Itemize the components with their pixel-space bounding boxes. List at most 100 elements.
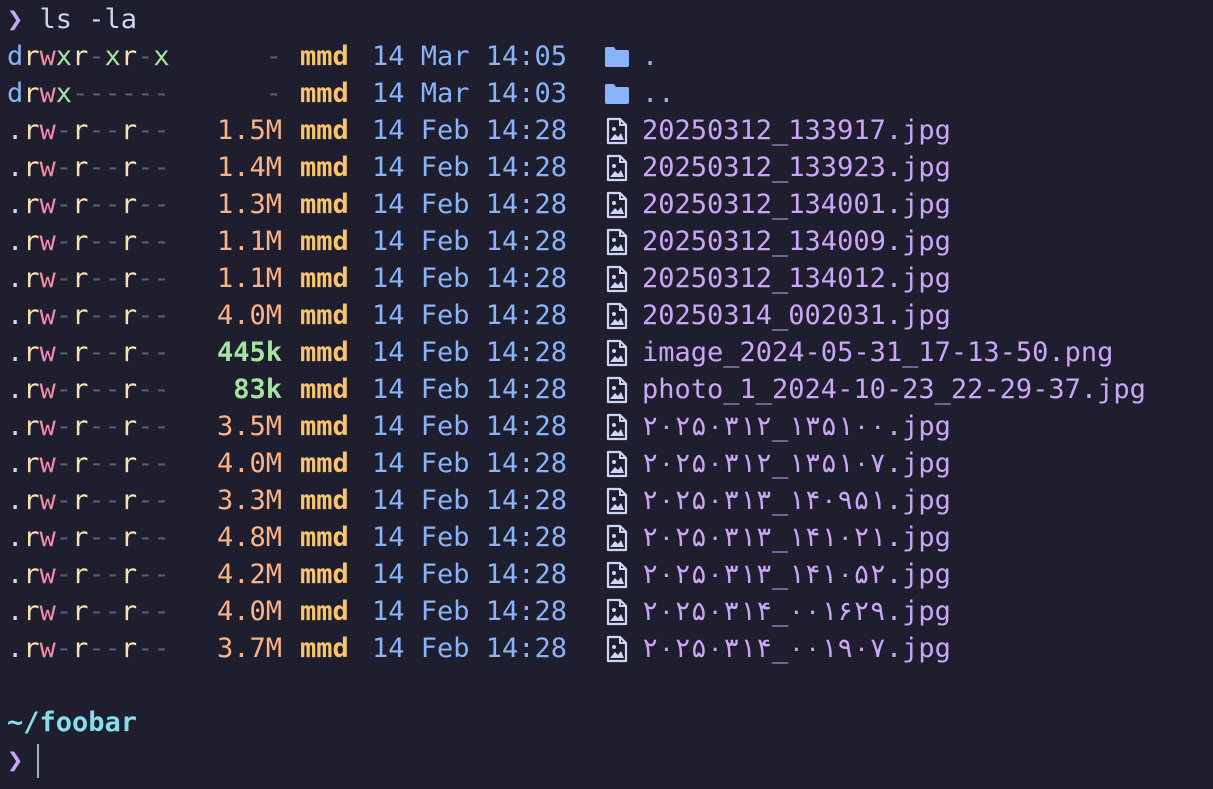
listing-row: .rw-r--r-- 4.0M mmd 14 Feb 14:28 ۲۰۲۵۰۳۱۲_۱۳… (7, 445, 1213, 482)
file-name: ۲۰۲۵۰۳۱۳_۱۴۱۰۵۲.jpg (642, 559, 951, 590)
modified-date: 14 Feb 14:28 (372, 226, 568, 257)
input-line[interactable]: ❯ (7, 741, 1213, 781)
permissions: .rw-r--r-- (7, 411, 170, 442)
file-name: 20250312_134001.jpg (642, 189, 951, 220)
command-text: ls -la (39, 4, 138, 35)
listing-row: .rw-r--r-- 4.0M mmd 14 Feb 14:28 20250314_00… (7, 297, 1213, 334)
file-size: 4.0M (216, 448, 282, 479)
file-size: 3.3M (216, 485, 282, 516)
modified-date: 14 Feb 14:28 (372, 263, 568, 294)
image-file-icon (604, 301, 630, 331)
modified-date: 14 Feb 14:28 (372, 152, 568, 183)
file-size: - (265, 78, 282, 109)
owner: mmd (300, 559, 349, 590)
listing-row: .rw-r--r-- 4.2M mmd 14 Feb 14:28 ۲۰۲۵۰۳۱۳_۱۴… (7, 556, 1213, 593)
permissions: .rw-r--r-- (7, 337, 170, 368)
file-name: photo_1_2024-10-23_22-29-37.jpg (642, 374, 1146, 405)
permissions: .rw-r--r-- (7, 300, 170, 331)
file-size: 1.1M (216, 263, 282, 294)
permissions: .rw-r--r-- (7, 522, 170, 553)
permissions: .rw-r--r-- (7, 263, 170, 294)
listing-row: .rw-r--r-- 3.7M mmd 14 Feb 14:28 ۲۰۲۵۰۳۱۴_۰۰… (7, 630, 1213, 667)
listing-row: .rw-r--r-- 1.3M mmd 14 Feb 14:28 20250312_13… (7, 186, 1213, 223)
modified-date: 14 Feb 14:28 (372, 337, 568, 368)
listing-row: .rw-r--r-- 1.5M mmd 14 Feb 14:28 20250312_13… (7, 112, 1213, 149)
file-name: .. (642, 78, 675, 109)
listing-row: drwx------ - mmd 14 Mar 14:03.. (7, 75, 1213, 112)
file-size: 4.2M (216, 559, 282, 590)
file-size: 1.4M (216, 152, 282, 183)
file-listing: drwxr-xr-x - mmd 14 Mar 14:05. drwx------ - mm… (7, 38, 1213, 667)
permissions: .rw-r--r-- (7, 448, 170, 479)
command-line: ❯ ls -la (7, 1, 1213, 38)
owner: mmd (300, 485, 349, 516)
file-size: 83k (233, 374, 282, 405)
listing-row: .rw-r--r-- 4.8M mmd 14 Feb 14:28 ۲۰۲۵۰۳۱۳_۱۴… (7, 519, 1213, 556)
file-name: 20250312_133923.jpg (642, 152, 951, 183)
modified-date: 14 Feb 14:28 (372, 596, 568, 627)
listing-row: .rw-r--r-- 1.1M mmd 14 Feb 14:28 20250312_13… (7, 260, 1213, 297)
file-size: 445k (216, 337, 282, 368)
modified-date: 14 Feb 14:28 (372, 559, 568, 590)
image-file-icon (604, 597, 630, 627)
modified-date: 14 Feb 14:28 (372, 485, 568, 516)
file-size: 1.1M (216, 226, 282, 257)
owner: mmd (300, 41, 349, 72)
owner: mmd (300, 226, 349, 257)
terminal-window[interactable]: ❯ ls -la drwxr-xr-x - mmd 14 Mar 14:05. drwx… (0, 0, 1213, 789)
owner: mmd (300, 78, 349, 109)
permissions: .rw-r--r-- (7, 189, 170, 220)
file-size: 1.3M (216, 189, 282, 220)
owner: mmd (300, 522, 349, 553)
file-name: 20250312_134009.jpg (642, 226, 951, 257)
owner: mmd (300, 596, 349, 627)
modified-date: 14 Feb 14:28 (372, 189, 568, 220)
image-file-icon (604, 375, 630, 405)
owner: mmd (300, 152, 349, 183)
image-file-icon (604, 634, 630, 664)
file-name: 20250312_133917.jpg (642, 115, 951, 146)
file-size: - (265, 41, 282, 72)
listing-row: .rw-r--r-- 3.3M mmd 14 Feb 14:28 ۲۰۲۵۰۳۱۳_۱۴… (7, 482, 1213, 519)
file-name: 20250314_002031.jpg (642, 300, 951, 331)
file-size: 4.0M (216, 300, 282, 331)
image-file-icon (604, 449, 630, 479)
permissions: .rw-r--r-- (7, 374, 170, 405)
listing-row: .rw-r--r-- 1.1M mmd 14 Feb 14:28 20250312_13… (7, 223, 1213, 260)
image-file-icon (604, 153, 630, 183)
image-file-icon (604, 190, 630, 220)
permissions: .rw-r--r-- (7, 485, 170, 516)
file-size: 4.0M (216, 596, 282, 627)
cwd-line: ~/foobar (7, 704, 1213, 741)
modified-date: 14 Feb 14:28 (372, 448, 568, 479)
image-file-icon (604, 523, 630, 553)
modified-date: 14 Feb 14:28 (372, 115, 568, 146)
modified-date: 14 Feb 14:28 (372, 411, 568, 442)
owner: mmd (300, 374, 349, 405)
prompt-symbol: ❯ (7, 745, 24, 776)
folder-icon (604, 79, 630, 109)
owner: mmd (300, 263, 349, 294)
permissions: .rw-r--r-- (7, 633, 170, 664)
file-size: 4.8M (216, 522, 282, 553)
image-file-icon (604, 560, 630, 590)
modified-date: 14 Feb 14:28 (372, 633, 568, 664)
folder-icon (604, 42, 630, 72)
file-name: 20250312_134012.jpg (642, 263, 951, 294)
image-file-icon (604, 486, 630, 516)
file-size: 3.5M (216, 411, 282, 442)
prompt-symbol: ❯ (7, 4, 24, 35)
listing-row: .rw-r--r-- 4.0M mmd 14 Feb 14:28 ۲۰۲۵۰۳۱۴_۰۰… (7, 593, 1213, 630)
owner: mmd (300, 337, 349, 368)
owner: mmd (300, 411, 349, 442)
listing-row: .rw-r--r-- 445k mmd 14 Feb 14:28 image_2024-… (7, 334, 1213, 371)
current-directory: ~/foobar (7, 707, 138, 738)
permissions: .rw-r--r-- (7, 596, 170, 627)
permissions: drwx------ (7, 78, 170, 109)
listing-row: .rw-r--r-- 1.4M mmd 14 Feb 14:28 20250312_13… (7, 149, 1213, 186)
owner: mmd (300, 448, 349, 479)
permissions: .rw-r--r-- (7, 115, 170, 146)
owner: mmd (300, 189, 349, 220)
listing-row: drwxr-xr-x - mmd 14 Mar 14:05. (7, 38, 1213, 75)
